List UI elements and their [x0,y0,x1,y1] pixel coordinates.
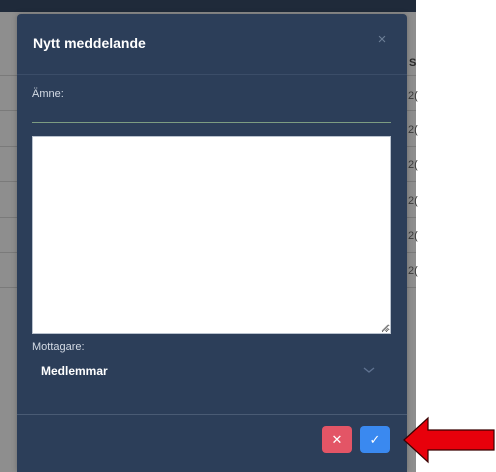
background-cell: 2( [408,124,418,136]
cancel-button[interactable]: ✕ [322,426,352,453]
recipients-label: Mottagare: [32,341,85,353]
header-divider [17,74,407,75]
close-icon[interactable]: × [374,32,390,48]
background-topbar [0,0,416,12]
background-cell: 2( [408,90,418,102]
background-cell: 2( [408,265,418,277]
confirm-button[interactable]: ✓ [360,426,390,453]
footer-divider [17,414,407,415]
annotation-arrow-icon [403,416,495,464]
recipients-selected-value: Medlemmar [41,364,108,378]
background-cell: 2( [408,159,418,171]
background-cell: 2( [408,195,418,207]
subject-input[interactable] [32,106,391,123]
new-message-dialog: Nytt meddelande × Ämne: Mottagare: Medle… [17,14,407,472]
background-column-header: S [409,57,417,69]
resize-grip-icon[interactable] [381,324,389,332]
close-icon: ✕ [331,431,343,447]
subject-label: Ämne: [32,88,64,100]
recipients-select[interactable]: Medlemmar [32,356,391,384]
check-icon: ✓ [369,431,381,447]
chevron-down-icon [363,367,375,373]
dialog-title: Nytt meddelande [33,35,146,51]
message-body-textarea[interactable] [32,136,391,334]
background-cell: 2( [408,230,418,242]
